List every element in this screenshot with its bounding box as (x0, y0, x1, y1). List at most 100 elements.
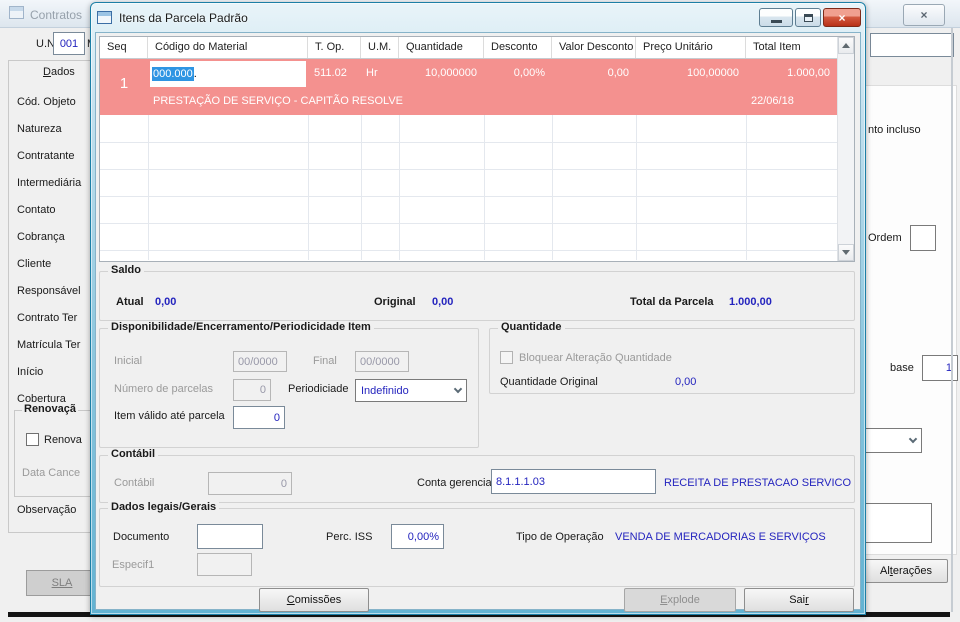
col-um: U.M. (361, 37, 399, 58)
tipo-operacao-value: VENDA DE MERCADORIAS E SERVIÇOS (615, 531, 826, 543)
inicial-label: Inicial (114, 355, 143, 367)
final-field: 00/0000 (355, 351, 409, 372)
saldo-title: Saldo (108, 264, 144, 276)
cell-seq: 1 (119, 75, 129, 92)
sidebar-item-intermediaria: Intermediária (17, 177, 82, 189)
col-top: T. Op. (308, 37, 361, 58)
maximize-icon (803, 13, 813, 22)
screen: Contratos × U.N. 001 M Dados Cód. Objeto… (0, 0, 960, 622)
disponibilidade-title: Disponibilidade/Encerramento/Periodicida… (108, 321, 374, 333)
col-codigo: Código do Material (148, 37, 308, 58)
right-combobox[interactable] (864, 428, 922, 453)
total-parcela-label: Total da Parcela (630, 296, 714, 308)
grid-line (552, 115, 553, 260)
un-field[interactable]: 001 (53, 32, 85, 55)
cell-valor-desconto: 0,00 (607, 67, 629, 79)
tab-dados[interactable]: Dados (43, 66, 75, 78)
sair-button[interactable]: Sai r (744, 588, 854, 612)
disponibilidade-groupbox: Disponibilidade/Encerramento/Periodicida… (99, 321, 479, 448)
conta-gerencial-label: Conta gerencial (417, 477, 495, 489)
maximize-button[interactable] (795, 8, 821, 27)
cell-quantidade: 10,000000 (425, 67, 477, 79)
base-label: base (890, 362, 914, 374)
grid-header: Seq Código do Material T. Op. U.M. Quant… (100, 37, 837, 59)
header-right-field[interactable] (870, 33, 954, 57)
col-desconto: Desconto (484, 37, 552, 58)
sidebar-item-matricula-ter: Matrícula Ter (17, 339, 81, 351)
grid-line (100, 196, 837, 197)
scroll-up-icon[interactable] (838, 37, 854, 54)
especif1-label: Especif1 (112, 559, 155, 571)
cell-data: 22/06/18 (751, 95, 794, 107)
explode-button: Explode (624, 588, 736, 612)
dados-legais-title: Dados legais/Gerais (108, 501, 220, 513)
grid-line (308, 115, 309, 260)
ordem-label: Ordem (868, 232, 902, 244)
original-value: 0,00 (432, 296, 454, 308)
table-row[interactable]: 1 000.000. 511.02 Hr 10,000000 0,00% 0,0… (100, 59, 837, 115)
selected-text: 000.000 (152, 67, 194, 81)
items-grid[interactable]: Seq Código do Material T. Op. U.M. Quant… (99, 36, 855, 262)
periodicidade-combobox[interactable]: Indefinido (355, 379, 467, 402)
bloquear-label: Bloquear Alteração Quantidade (519, 352, 672, 364)
alteracoes-button[interactable]: Al t erações (864, 559, 948, 583)
grid-line (148, 115, 149, 260)
sla-button: SLA (26, 570, 98, 596)
renova-label: Renova (44, 434, 82, 446)
close-button[interactable]: × (823, 8, 861, 27)
perc-iss-label: Perc. ISS (326, 531, 373, 543)
inicial-field: 00/0000 (233, 351, 287, 372)
conta-gerencial-desc: RECEITA DE PRESTACAO SERVICO (664, 477, 852, 489)
renovacao-title: Renovaçã (22, 403, 78, 415)
conta-gerencial-field[interactable]: 8.1.1.1.03 (491, 469, 656, 494)
grid-line (746, 115, 747, 260)
codigo-material-input[interactable]: 000.000. (150, 61, 306, 87)
contabil-label: Contábil (114, 477, 155, 489)
num-parcelas-field: 0 (233, 379, 271, 401)
grid-line (100, 250, 837, 251)
total-parcela-value: 1.000,00 (729, 296, 772, 308)
cell-desconto: 0,00% (513, 67, 545, 79)
scroll-down-icon[interactable] (838, 244, 854, 261)
sidebar-item-inicio: Início (17, 366, 44, 378)
col-seq: Seq (100, 37, 148, 58)
chevron-down-icon (453, 384, 463, 393)
perc-iss-field[interactable]: 0,00% (391, 524, 444, 549)
right-textarea[interactable] (864, 503, 932, 543)
grid-line (100, 169, 837, 170)
contratos-window-icon (9, 6, 24, 19)
close-icon[interactable]: × (903, 4, 945, 26)
itens-parcela-dialog: Itens da Parcela Padrão × Seq Código do … (90, 2, 866, 615)
sidebar-item-cod-objeto: Cód. Objeto (17, 96, 76, 108)
col-quantidade: Quantidade (399, 37, 484, 58)
bloquear-checkbox (500, 351, 513, 364)
dados-legais-groupbox: Dados legais/Gerais Documento Perc. ISS … (99, 501, 855, 587)
sidebar-item-contato: Contato (17, 204, 56, 216)
comissoes-button[interactable]: Comissões (259, 588, 369, 612)
col-total-item: Total Item (753, 41, 801, 53)
quantidade-original-value: 0,00 (675, 376, 697, 388)
quantidade-groupbox: Quantidade Bloquear Alteração Quantidade… (489, 321, 855, 394)
grid-scrollbar[interactable] (837, 37, 854, 261)
window-right-edge (951, 28, 953, 612)
grid-line (100, 223, 837, 224)
renovacao-groupbox (14, 410, 98, 497)
documento-label: Documento (113, 531, 170, 543)
col-preco-unitario: Preço Unitário (636, 37, 746, 58)
documento-field[interactable] (197, 524, 263, 549)
saldo-groupbox: Saldo Atual 0,00 Original 0,00 Total da … (99, 264, 855, 321)
final-label: Final (313, 355, 337, 367)
minimize-icon (770, 19, 782, 23)
dialog-titlebar[interactable]: Itens da Parcela Padrão × (95, 6, 861, 29)
grid-line (399, 115, 400, 260)
ordem-field[interactable] (910, 225, 936, 251)
data-cancel-label: Data Cance (22, 467, 81, 479)
grid-line (100, 142, 837, 143)
renova-checkbox[interactable] (26, 433, 39, 446)
item-valido-label: Item válido até parcela (114, 410, 225, 422)
background-window-title: Contratos (30, 8, 83, 22)
grid-line (361, 115, 362, 260)
minimize-button[interactable] (759, 8, 793, 27)
item-valido-field[interactable]: 0 (233, 406, 285, 429)
atual-value: 0,00 (155, 296, 177, 308)
